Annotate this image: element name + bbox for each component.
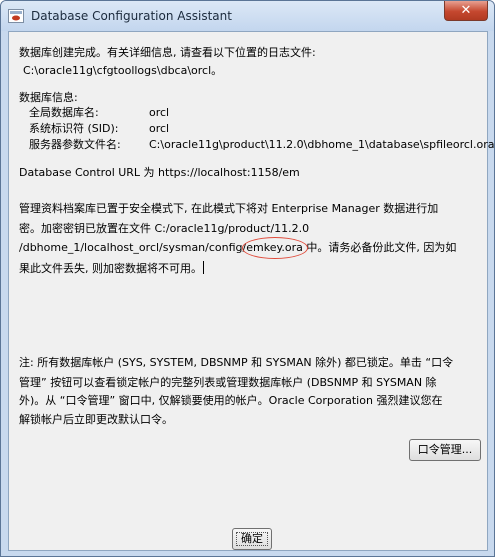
log-path: C:\oracle11g\cfgtoollogs\dbca\orcl。 (23, 64, 223, 77)
db-info-value: orcl (149, 122, 170, 135)
db-info-row: 全局数据库名: orcl (29, 106, 489, 120)
emkey-file-highlight: emkey.ora (242, 237, 309, 259)
db-info-label: 全局数据库名: (29, 106, 99, 119)
em-path-prefix: /dbhome_1/localhost_orcl/sysman/config/ (19, 241, 247, 254)
em-text-line: 密。加密密钥已放置在文件 C:/oracle11g/product/11.2.0 (19, 222, 310, 235)
dialog-body: 数据库创建完成。有关详细信息, 请查看以下位置的日志文件: C:\oracle1… (8, 31, 494, 551)
db-info-value: C:\oracle11g\product\11.2.0\dbhome_1\dat… (149, 138, 495, 151)
db-info-header: 数据库信息: (19, 91, 78, 104)
red-annotation-ellipse (242, 237, 309, 259)
db-info-row: 系统标识符 (SID): orcl (29, 122, 489, 136)
dbca-app-icon (8, 9, 24, 23)
em-text-line: /dbhome_1/localhost_orcl/sysman/config/e… (19, 237, 457, 259)
em-text-line: 管理资料档案库已置于安全模式下, 在此模式下将对 Enterprise Mana… (19, 202, 439, 215)
ok-button[interactable]: 确定 (232, 528, 272, 550)
text-caret (203, 261, 204, 274)
window-title: Database Configuration Assistant (31, 9, 232, 23)
title-bar[interactable]: Database Configuration Assistant ✕ (1, 1, 494, 31)
em-path-suffix: 中。请务必备份此文件, 因为如 (302, 241, 457, 254)
dialog-window: Database Configuration Assistant ✕ 数据库创建… (0, 0, 495, 557)
db-info-value: orcl (149, 106, 170, 119)
close-icon[interactable]: ✕ (444, 1, 488, 21)
dbcontrol-url: Database Control URL 为 https://localhost… (19, 166, 300, 179)
note-line: 注: 所有数据库帐户 (SYS, SYSTEM, DBSNMP 和 SYSMAN… (19, 356, 454, 369)
em-text-last: 果此文件丢失, 则加密数据将不可用。 (19, 262, 202, 275)
note-line: 外)。从 “口令管理” 窗口中, 仅解锁要使用的帐户。Oracle Corpor… (19, 394, 443, 407)
db-info-label: 系统标识符 (SID): (29, 122, 119, 135)
note-line: 管理” 按钮可以查看锁定帐户的完整列表或管理数据库帐户 (DBSNMP 和 SY… (19, 376, 437, 389)
em-text-line: 果此文件丢失, 则加密数据将不可用。 (19, 261, 204, 275)
focus-rectangle (236, 532, 268, 546)
db-info-label: 服务器参数文件名: (29, 138, 121, 151)
note-line: 解锁帐户后立即更改默认口令。 (19, 413, 173, 426)
db-info-row: 服务器参数文件名: C:\oracle11g\product\11.2.0\db… (29, 138, 494, 152)
intro-text: 数据库创建完成。有关详细信息, 请查看以下位置的日志文件: (19, 46, 316, 59)
password-management-button[interactable]: 口令管理... (409, 439, 481, 461)
